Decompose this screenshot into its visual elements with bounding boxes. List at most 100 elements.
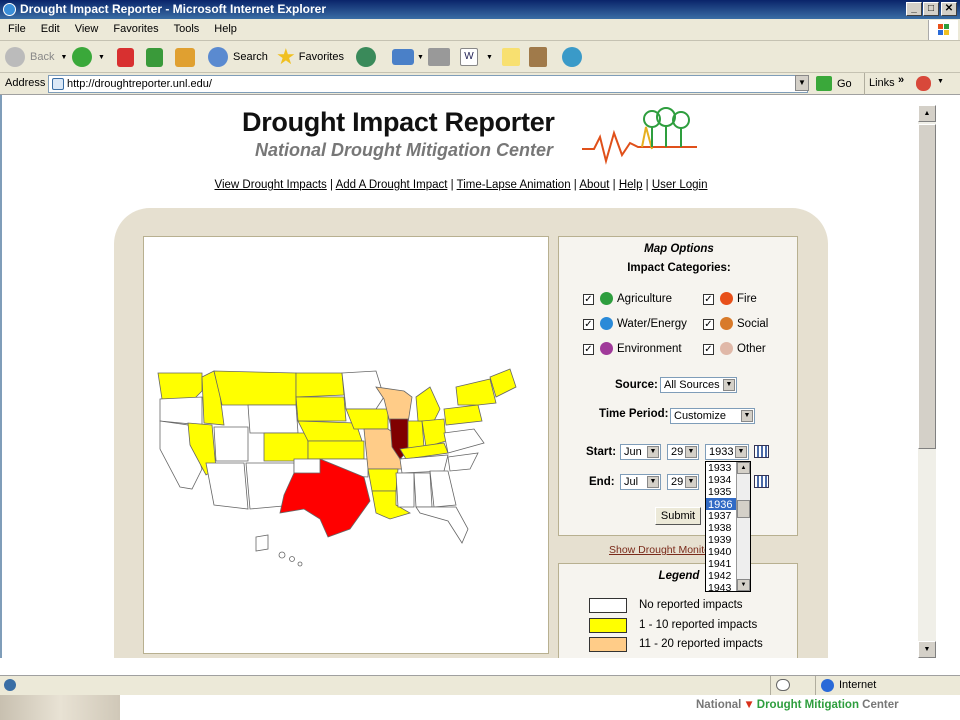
chevron-right-icon[interactable]: » [898, 74, 904, 86]
discuss-button[interactable] [502, 45, 520, 69]
nav-about[interactable]: About [579, 179, 609, 191]
end-calendar-icon[interactable] [754, 475, 769, 488]
menu-tools[interactable]: Tools [166, 19, 207, 35]
scroll-down-icon[interactable]: ▼ [918, 641, 936, 658]
map-state-ne-states[interactable] [489, 368, 517, 398]
windows-logo-icon [928, 20, 958, 40]
legend-label-11-20: 11 - 20 reported impacts [639, 638, 763, 650]
year-list-scrollbar[interactable]: ▲ ▼ [736, 462, 750, 591]
nav-help[interactable]: Help [619, 179, 643, 191]
nav-time-lapse[interactable]: Time-Lapse Animation [457, 179, 571, 191]
menu-help[interactable]: Help [206, 19, 244, 35]
map-state-ks[interactable] [307, 440, 365, 460]
map-state-hi[interactable] [255, 534, 269, 552]
chevron-down-icon[interactable]: ▼ [937, 78, 944, 85]
start-year-select[interactable]: 1933 ▼ [705, 444, 749, 460]
source-select[interactable]: All Sources ▼ [660, 377, 737, 393]
map-state-sd[interactable] [295, 396, 347, 422]
submit-button[interactable]: Submit [655, 507, 701, 525]
map-state-ny[interactable] [455, 378, 497, 406]
menu-edit[interactable]: Edit [33, 19, 67, 35]
chevron-down-icon[interactable]: ▼ [60, 54, 67, 61]
chevron-down-icon[interactable]: ▼ [417, 54, 424, 61]
chevron-down-icon[interactable]: ▼ [98, 54, 105, 61]
scroll-thumb[interactable] [737, 500, 750, 518]
maximize-button[interactable]: □ [923, 2, 939, 16]
edit-button[interactable]: W ▼ [460, 45, 493, 69]
mail-button[interactable]: ▼ [392, 45, 424, 69]
chevron-down-icon: ▼ [647, 446, 659, 458]
history-button[interactable] [356, 45, 376, 69]
end-day-select[interactable]: 29 ▼ [667, 474, 699, 490]
end-month-select[interactable]: Jul ▼ [620, 474, 661, 490]
nav-add-impact[interactable]: Add A Drought Impact [336, 179, 448, 191]
page-scrollbar[interactable]: ▲ ▼ [918, 105, 936, 658]
map-state-va[interactable] [443, 428, 485, 454]
forward-button[interactable]: ▼ [72, 45, 105, 69]
home-button[interactable] [175, 45, 195, 69]
print-button[interactable] [428, 45, 450, 69]
map-state-ms[interactable] [395, 472, 415, 508]
map-state-or[interactable] [159, 396, 203, 426]
agriculture-checkbox[interactable]: ✓ [583, 294, 594, 305]
water-energy-checkbox[interactable]: ✓ [583, 319, 594, 330]
chevron-down-icon[interactable]: ▼ [486, 54, 493, 61]
map-state-sc-nc[interactable] [447, 452, 479, 472]
show-drought-monitor-link[interactable]: Show Drought Monitor [609, 544, 713, 556]
map-state-az[interactable] [205, 462, 249, 510]
search-button[interactable]: Search [208, 45, 268, 69]
refresh-icon [146, 47, 163, 67]
scroll-up-icon[interactable]: ▲ [737, 462, 750, 474]
go-button[interactable]: Go [816, 76, 852, 91]
scroll-thumb[interactable] [918, 124, 936, 449]
scroll-up-icon[interactable]: ▲ [918, 105, 936, 122]
toolbar: Back ▼ ▼ Search ★ Favorites ▼ W ▼ [0, 41, 960, 73]
address-bar: Address http://droughtreporter.unl.edu/ … [0, 73, 960, 95]
nav-view-impacts[interactable]: View Drought Impacts [215, 179, 327, 191]
menu-view[interactable]: View [67, 19, 106, 35]
map-state-fl[interactable] [415, 506, 469, 544]
map-state-ar[interactable] [367, 468, 399, 492]
refresh-button[interactable] [146, 45, 163, 69]
map-state-ga[interactable] [429, 470, 457, 508]
stop-button[interactable] [117, 45, 134, 69]
map-state-al[interactable] [413, 472, 433, 508]
social-checkbox[interactable]: ✓ [703, 319, 714, 330]
water-drop-icon [600, 317, 613, 330]
map-state-co[interactable] [263, 432, 309, 462]
year-dropdown-list[interactable]: 1933 1934 1935 1936 1937 1938 1939 1940 … [705, 461, 751, 592]
map-state-ut[interactable] [213, 426, 249, 462]
map-state-oh[interactable] [421, 418, 447, 448]
other-checkbox[interactable]: ✓ [703, 344, 714, 355]
map-options-title: Map Options [644, 243, 714, 255]
links-button[interactable]: Links [869, 77, 895, 89]
slide-footer: National ▼ Drought Mitigation Center [0, 695, 960, 720]
minimize-button[interactable]: _ [906, 2, 922, 16]
menu-file[interactable]: File [0, 19, 33, 35]
favorites-button[interactable]: ★ Favorites [276, 45, 344, 69]
back-button[interactable]: Back ▼ [5, 45, 67, 69]
environment-checkbox[interactable]: ✓ [583, 344, 594, 355]
chevron-down-icon: ▼ [741, 410, 753, 422]
map-state-wy[interactable] [247, 404, 299, 434]
toolbar-extra-icon[interactable] [916, 76, 931, 91]
page-status-icon [4, 679, 16, 691]
map-state-nd[interactable] [295, 372, 345, 398]
menu-favorites[interactable]: Favorites [105, 19, 165, 35]
start-month-select[interactable]: Jun ▼ [620, 444, 661, 460]
close-button[interactable]: ✕ [941, 2, 957, 16]
nav-user-login[interactable]: User Login [652, 179, 708, 191]
map-state-mt[interactable] [213, 370, 297, 406]
map-state-mi[interactable] [415, 386, 441, 422]
start-day-select[interactable]: 29 ▼ [667, 444, 699, 460]
start-calendar-icon[interactable] [754, 445, 769, 458]
time-period-select[interactable]: Customize ▼ [670, 408, 755, 424]
address-dropdown-button[interactable]: ▼ [795, 75, 809, 91]
window-titlebar: Drought Impact Reporter - Microsoft Inte… [0, 0, 960, 19]
fire-checkbox[interactable]: ✓ [703, 294, 714, 305]
messenger-button[interactable] [562, 45, 582, 69]
research-button[interactable] [529, 45, 547, 69]
address-input[interactable]: http://droughtreporter.unl.edu/ [48, 75, 808, 93]
scroll-down-icon[interactable]: ▼ [737, 579, 750, 591]
map-state-pa[interactable] [443, 404, 483, 426]
